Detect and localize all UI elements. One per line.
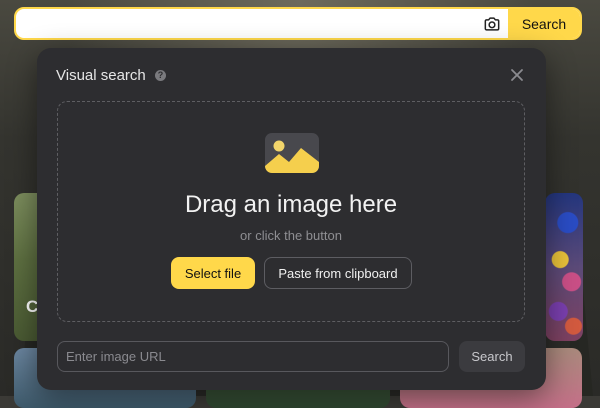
paste-from-clipboard-button[interactable]: Paste from clipboard — [264, 257, 412, 289]
image-icon — [265, 133, 319, 173]
image-tile[interactable] — [545, 193, 583, 341]
search-bar: Search — [14, 7, 582, 40]
search-input[interactable] — [16, 9, 472, 38]
camera-icon[interactable] — [480, 12, 504, 36]
help-icon[interactable]: ? — [155, 70, 166, 81]
visual-search-dialog: Visual search ? Drag an image here or cl… — [37, 48, 546, 390]
url-search-button[interactable]: Search — [459, 341, 525, 372]
dialog-title: Visual search — [56, 67, 146, 84]
drop-zone[interactable]: Drag an image here or click the button S… — [57, 101, 525, 322]
select-file-button[interactable]: Select file — [171, 257, 255, 289]
drop-zone-title: Drag an image here — [184, 191, 398, 218]
image-url-input[interactable] — [57, 341, 449, 372]
drop-zone-subtitle: or click the button — [240, 228, 342, 243]
close-icon[interactable] — [509, 67, 525, 83]
search-button[interactable]: Search — [508, 9, 580, 38]
